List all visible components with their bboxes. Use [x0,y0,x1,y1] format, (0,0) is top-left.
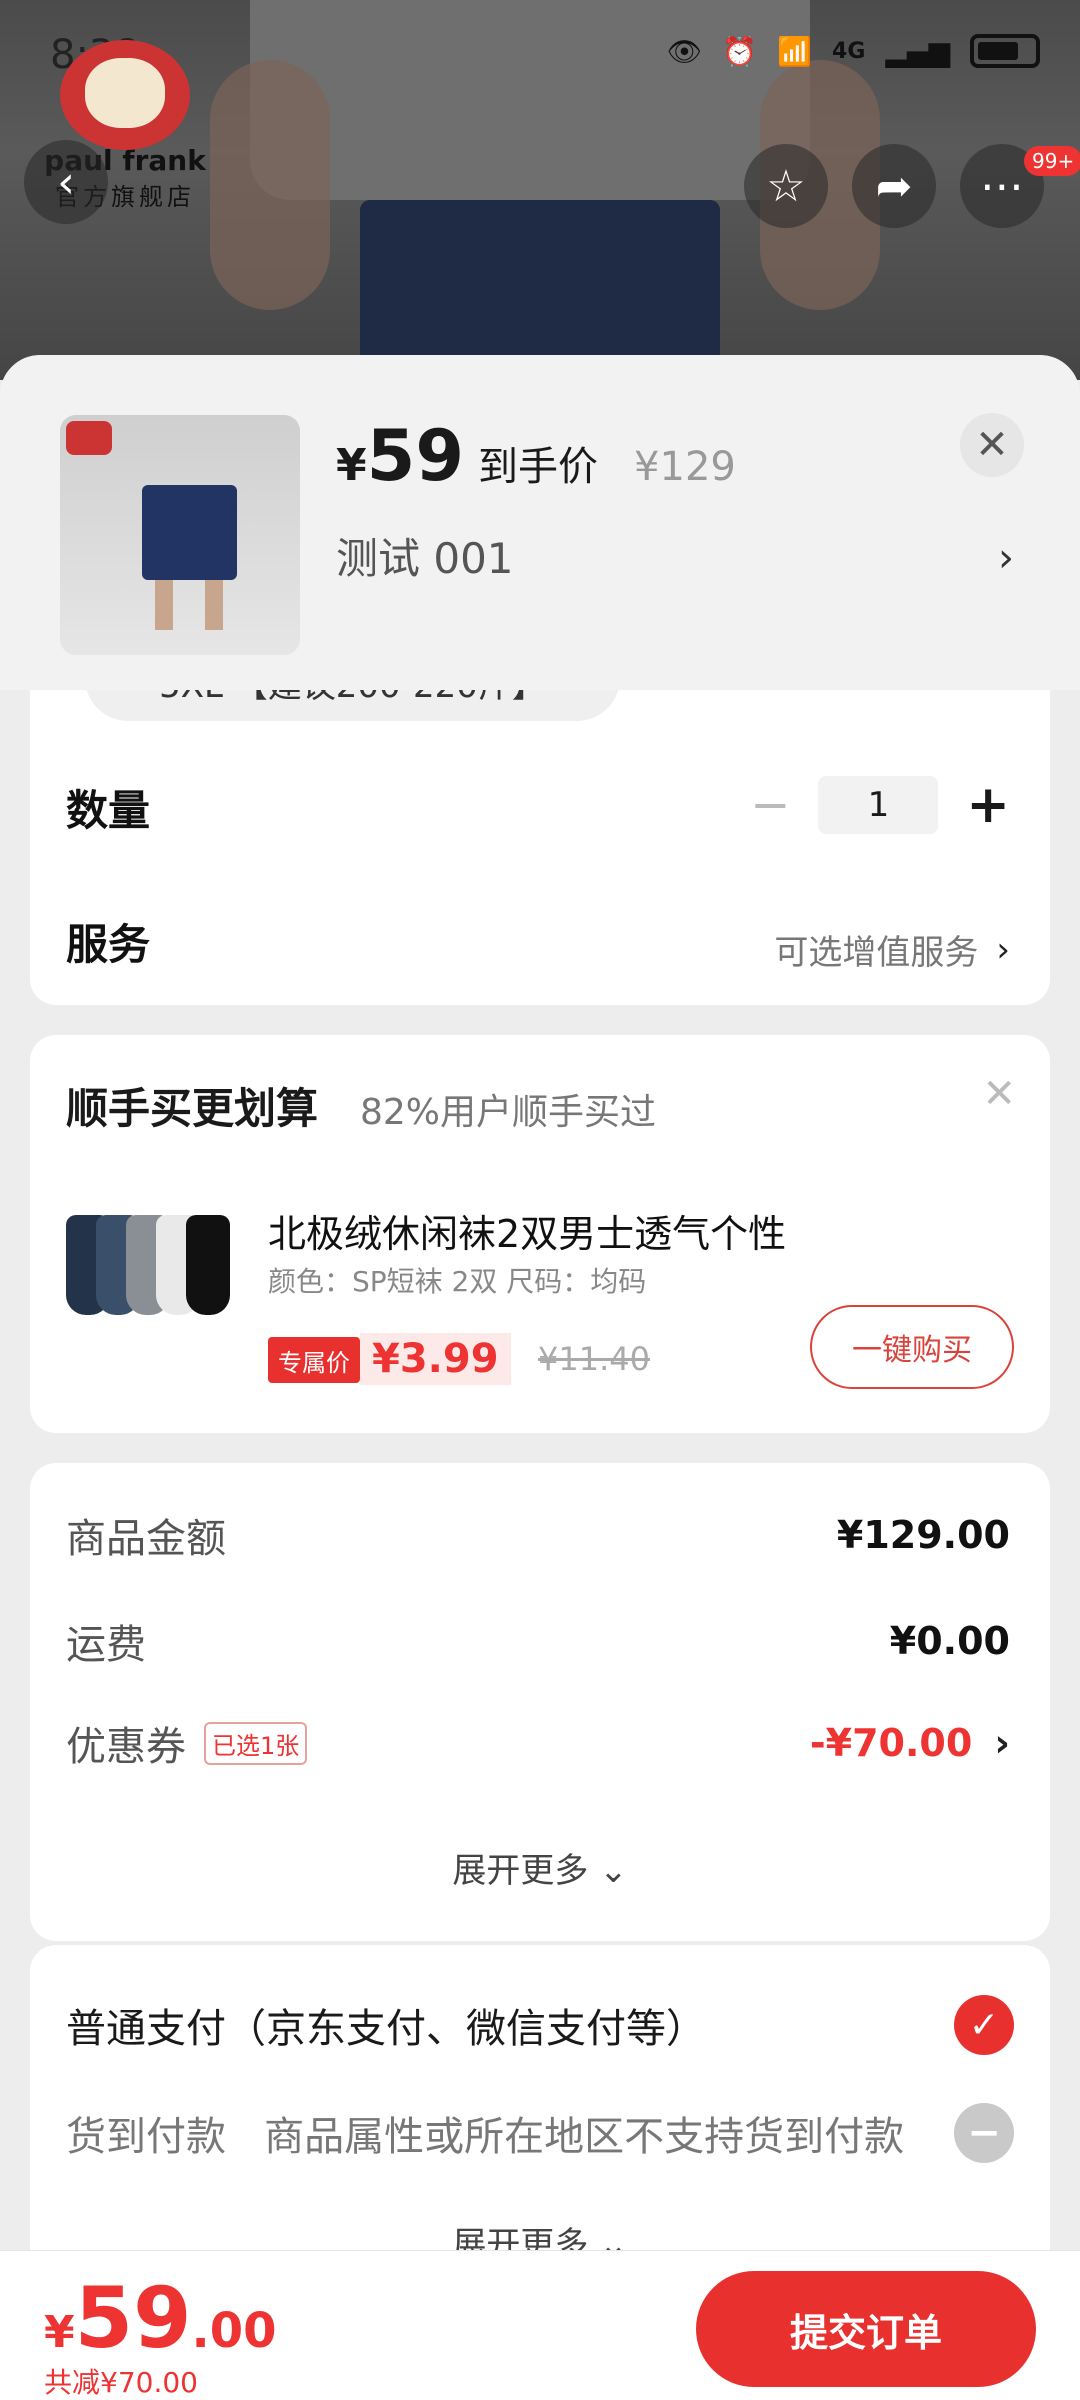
close-icon: ✕ [975,422,1009,468]
upsell-card: 顺手买更划算 82%用户顺手买过 ✕ 北极绒休闲袜2双男士透气个性 颜色：SP短… [30,1035,1050,1433]
cod-payment-option: 货到付款 商品属性或所在地区不支持货到付款 − [66,2103,1014,2163]
amounts-expand[interactable]: 展开更多 ⌄ [30,1843,1050,1892]
coupon-label-group: 优惠券 已选1张 [66,1714,308,1772]
goods-amount-value: ¥129.00 [836,1513,1010,1557]
thumb-logo [66,421,112,455]
expand-label: 展开更多 [452,1851,589,1891]
chevron-down-icon: ⌄ [599,1851,628,1891]
alarm-icon: ⏰ [722,34,758,68]
shipping-label: 运费 [66,1622,146,1668]
star-icon: ☆ [766,160,806,212]
socks-image[interactable] [66,1215,246,1325]
battery-icon [970,34,1040,68]
chevron-right-icon: › [994,1721,1010,1765]
wifi-icon: 📶 [777,34,813,68]
order-sheet: ¥ 59 到手价 ¥129 测试 001 › ✕ 5XL 【建议200-220斤… [0,355,1080,2400]
shipping-row: 运费 ¥0.00 [66,1611,1010,1671]
service-selector[interactable]: 可选增值服务 › [774,925,1010,974]
exclusive-price-tag: 专属价 [268,1337,360,1383]
options-card: 5XL 【建议200-220斤】 数量 − 1 + 服务 可选增值服务 › [30,635,1050,1005]
status-icons: 👁 ⏰ 📶 4G ▂▄▆ [667,34,1040,68]
total-price: ¥ 59 .00 [44,2269,277,2367]
disabled-icon: − [954,2103,1014,2163]
quantity-stepper: − 1 + [750,775,1010,835]
total-decimal: .00 [191,2303,277,2359]
thumb-leg [155,580,173,630]
upsell-original-price: ¥11.40 [538,1340,650,1378]
upsell-subtitle: 82%用户顺手买过 [360,1092,657,1133]
quantity-value[interactable]: 1 [818,776,939,834]
chevron-right-icon: › [996,929,1010,970]
increase-button[interactable]: + [966,775,1010,835]
sock [186,1215,230,1315]
share-icon: ➦ [875,160,913,212]
notification-badge: 99+ [1024,146,1080,176]
shipping-value: ¥0.00 [889,1619,1010,1663]
quantity-label: 数量 [66,786,151,835]
upsell-price: ¥3.99 [360,1333,511,1385]
currency-symbol: ¥ [336,440,367,491]
cod-label: 货到付款 [66,2114,226,2160]
close-button[interactable]: ✕ [960,413,1024,477]
normal-payment-option[interactable]: 普通支付（京东支付、微信支付等） ✓ [66,1995,1014,2055]
total-saved: 共减¥70.00 [44,2366,198,2399]
coupon-selected-tag: 已选1张 [204,1721,308,1765]
back-button[interactable]: ‹ [24,140,108,224]
chevron-left-icon: ‹ [57,156,75,208]
service-value: 可选增值服务 [774,933,979,973]
total-currency: ¥ [44,2307,75,2358]
eye-icon: 👁 [666,34,703,68]
goods-amount-label: 商品金额 [66,1516,226,1562]
normal-payment-label: 普通支付（京东支付、微信支付等） [66,2006,706,2052]
one-click-buy-button[interactable]: 一键购买 [810,1305,1014,1389]
coupon-value: -¥70.00 [809,1721,973,1765]
price-line: ¥ 59 到手价 ¥129 [336,415,736,497]
upsell-item-name[interactable]: 北极绒休闲袜2双男士透气个性 [268,1203,786,1258]
favorite-button[interactable]: ☆ [744,144,828,228]
total-integer: 59 [74,2269,192,2367]
thumb-leg [205,580,223,630]
cod-label-group: 货到付款 商品属性或所在地区不支持货到付款 [66,2104,904,2162]
service-label: 服务 [66,920,151,969]
coupon-value-group: -¥70.00 › [810,1721,1010,1765]
checkout-bar: ¥ 59 .00 共减¥70.00 提交订单 [0,2250,1080,2400]
submit-order-button[interactable]: 提交订单 [696,2271,1036,2387]
share-button[interactable]: ➦ [852,144,936,228]
upsell-close-icon[interactable]: ✕ [982,1071,1016,1117]
monkey-logo-icon [60,40,190,150]
check-icon[interactable]: ✓ [954,1995,1014,2055]
thumb-shorts [142,485,237,580]
signal-icon: ▂▄▆ [885,34,950,68]
original-price: ¥129 [634,444,736,490]
decrease-button[interactable]: − [750,777,790,833]
selected-spec[interactable]: 测试 001 [336,525,514,586]
network-label: 4G [832,38,866,64]
goods-amount-row: 商品金额 ¥129.00 [66,1505,1010,1565]
cod-note: 商品属性或所在地区不支持货到付款 [264,2114,905,2160]
chevron-right-icon[interactable]: › [998,535,1014,581]
more-dots-icon: ⋯ [980,160,1024,212]
hero-shorts [360,200,720,380]
amounts-card: 商品金额 ¥129.00 运费 ¥0.00 优惠券 已选1张 -¥70.00 ›… [30,1463,1050,1941]
coupon-row[interactable]: 优惠券 已选1张 -¥70.00 › [66,1713,1010,1773]
upsell-title: 顺手买更划算 [66,1084,319,1133]
final-price-label: 到手价 [478,444,599,490]
final-price: 59 [366,415,465,497]
upsell-item-attrs: 颜色：SP短袜 2双 尺码：均码 [268,1265,647,1298]
sheet-header: ¥ 59 到手价 ¥129 测试 001 › ✕ [0,355,1080,690]
product-thumbnail[interactable] [60,415,300,655]
coupon-label: 优惠券 [66,1724,186,1770]
